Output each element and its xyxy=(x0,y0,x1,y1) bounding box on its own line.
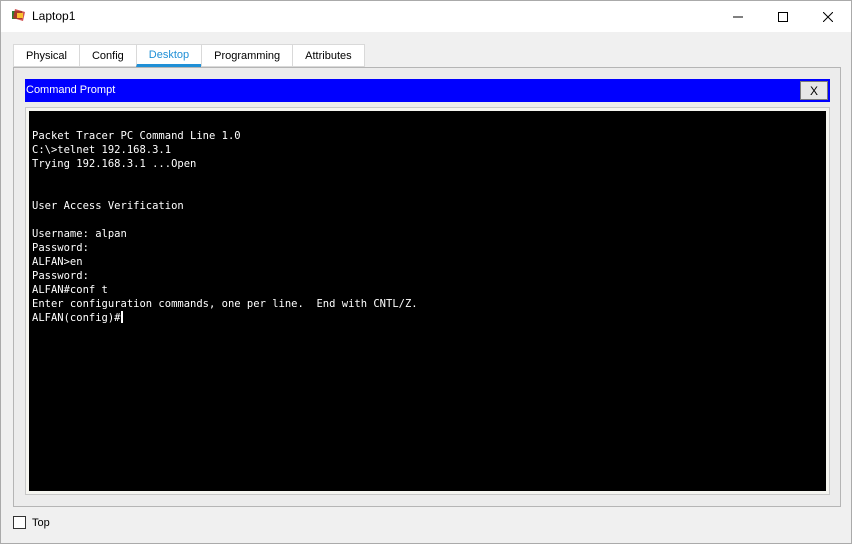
command-prompt-header: Command Prompt X xyxy=(25,79,830,102)
tab-attributes[interactable]: Attributes xyxy=(292,44,365,67)
top-checkbox-label: Top xyxy=(32,516,50,529)
terminal-line: Trying 192.168.3.1 ...Open xyxy=(32,158,197,170)
close-icon xyxy=(823,11,833,22)
title-bar[interactable]: Laptop1 xyxy=(1,1,851,32)
terminal-line: C:\>telnet 192.168.3.1 xyxy=(32,144,172,156)
command-prompt-close-button[interactable]: X xyxy=(800,81,828,100)
top-checkbox[interactable] xyxy=(13,516,26,529)
terminal-line: ALFAN#conf t xyxy=(32,284,108,296)
close-button[interactable] xyxy=(805,1,851,32)
terminal-frame: Packet Tracer PC Command Line 1.0 C:\>tel… xyxy=(25,107,830,495)
terminal-line: Packet Tracer PC Command Line 1.0 xyxy=(32,130,241,142)
tab-programming[interactable]: Programming xyxy=(201,44,293,67)
terminal-line: ALFAN(config)# xyxy=(32,311,123,324)
minimize-button[interactable] xyxy=(715,1,761,32)
tab-physical[interactable]: Physical xyxy=(13,44,79,67)
desktop-panel: Command Prompt X Packet Tracer PC Comman… xyxy=(13,67,841,507)
command-prompt-title: Command Prompt xyxy=(26,84,116,96)
terminal-line: ALFAN>en xyxy=(32,256,83,268)
terminal-line: Password: xyxy=(32,242,96,254)
window-title: Laptop1 xyxy=(32,9,76,23)
bottom-bar: Top xyxy=(13,516,50,529)
maximize-button[interactable] xyxy=(760,1,806,32)
terminal-line: User Access Verification xyxy=(32,200,184,212)
tab-desktop[interactable]: Desktop xyxy=(135,44,202,67)
terminal-line: Enter configuration commands, one per li… xyxy=(32,298,418,310)
text-cursor xyxy=(120,311,123,323)
terminal-output[interactable]: Packet Tracer PC Command Line 1.0 C:\>tel… xyxy=(29,111,826,491)
packet-tracer-device-icon xyxy=(11,8,27,24)
maximize-icon xyxy=(778,11,788,22)
laptop-window: Laptop1 Physical Config Desktop Programm… xyxy=(0,0,852,544)
terminal-line: Password: xyxy=(32,270,96,282)
tab-config[interactable]: Config xyxy=(78,44,136,67)
terminal-line: Username: alpan xyxy=(32,228,127,240)
tab-bar: Physical Config Desktop Programming Attr… xyxy=(13,44,365,67)
minimize-icon xyxy=(733,16,743,17)
